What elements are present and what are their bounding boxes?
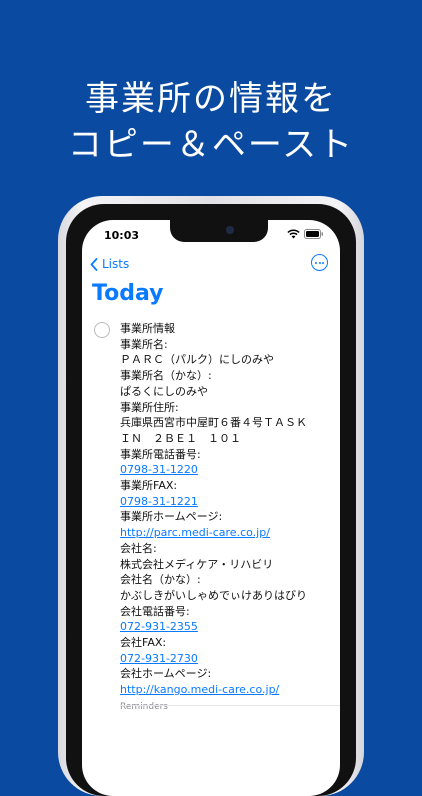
note-line: かぶしきがいしゃめでぃけありはびり [120, 588, 307, 602]
note-line: 会社ホームページ: [120, 667, 212, 681]
note-line: 事業所名: [120, 337, 168, 351]
company-fax-link[interactable]: 072-931-2730 [120, 652, 198, 665]
note-line: 兵庫県西宮市中屋町６番４号ＴＡＳＫ [120, 416, 307, 430]
more-icon [315, 261, 317, 264]
more-icon [322, 261, 324, 264]
list-tag: Reminders [120, 701, 168, 712]
status-time: 10:03 [104, 229, 140, 242]
reminder-notes[interactable]: 事業所情報 事業所名: ＰＡＲＣ（パルク）にしのみや 事業所名（かな）: ぱるく… [120, 321, 334, 716]
homepage-link[interactable]: http://parc.medi-care.co.jp/ [120, 526, 270, 539]
note-line: ぱるくにしのみや [120, 384, 208, 398]
notch [170, 220, 268, 242]
phone-frame: 10:03 Lists Today 事業所情報 事業所名: ＰＡＲＣ（パルク）に… [58, 196, 364, 796]
phone-link[interactable]: 0798-31-1220 [120, 463, 198, 476]
list-title: Today [92, 281, 164, 306]
note-line: ＰＡＲＣ（パルク）にしのみや [120, 353, 274, 367]
more-icon [318, 261, 321, 264]
phone-screen: 10:03 Lists Today 事業所情報 事業所名: ＰＡＲＣ（パルク）に… [82, 220, 340, 796]
note-line: 会社電話番号: [120, 604, 190, 618]
note-line: 会社名: [120, 541, 157, 555]
note-line: 事業所電話番号: [120, 447, 201, 461]
headline-line-2: コピー＆ペースト [67, 125, 355, 165]
phone-bezel: 10:03 Lists Today 事業所情報 事業所名: ＰＡＲＣ（パルク）に… [66, 204, 356, 796]
camera-icon [226, 226, 234, 234]
headline-line-1: 事業所の情報を [85, 79, 337, 119]
company-homepage-link[interactable]: http://kango.medi-care.co.jp/ [120, 683, 279, 696]
note-line: 会社名（かな）: [120, 573, 201, 587]
note-line: 事業所住所: [120, 400, 179, 414]
note-line: 株式会社メディケア・リハビリ [120, 557, 274, 571]
fax-link[interactable]: 0798-31-1221 [120, 495, 198, 508]
status-icons [287, 229, 324, 239]
checkbox-icon[interactable] [94, 322, 110, 338]
note-line: 事業所ホームページ: [120, 510, 223, 524]
company-phone-link[interactable]: 072-931-2355 [120, 620, 198, 633]
battery-icon [304, 229, 323, 239]
promo-headline: 事業所の情報を コピー＆ペースト [0, 76, 422, 168]
back-button[interactable]: Lists [90, 257, 129, 271]
note-line: ＩＮ ２ＢＥ１ １０１ [120, 431, 241, 445]
wifi-icon [287, 229, 300, 239]
note-line: 会社FAX: [120, 636, 167, 650]
more-button[interactable] [311, 254, 328, 271]
chevron-left-icon [90, 257, 98, 271]
note-line: 事業所名（かな）: [120, 369, 212, 383]
divider [120, 705, 340, 706]
back-label: Lists [102, 257, 130, 271]
note-line: 事業所情報 [120, 322, 175, 335]
note-line: 事業所FAX: [120, 479, 178, 493]
